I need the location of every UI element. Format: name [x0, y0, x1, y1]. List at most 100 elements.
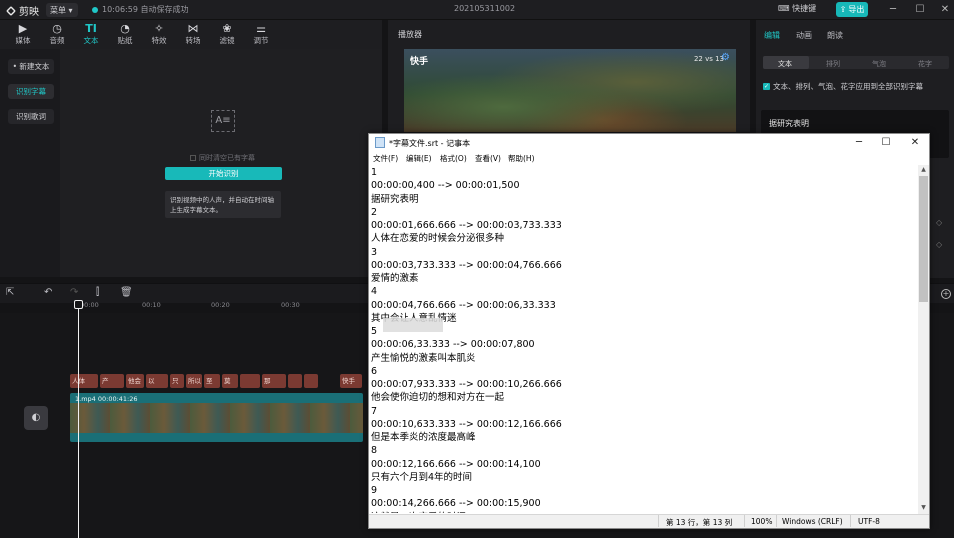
playhead[interactable] — [78, 301, 79, 538]
scroll-down-icon[interactable]: ▼ — [918, 504, 929, 513]
subtab-arrange[interactable]: 排列 — [826, 59, 840, 69]
tab-text[interactable]: TI 文本 — [75, 22, 107, 46]
encoding: UTF-8 — [858, 517, 880, 526]
tab-adjust[interactable]: ⚌ 调节 — [245, 22, 277, 46]
subtitle-clip[interactable]: 只 — [170, 374, 184, 388]
recognition-hint: 识别视频中的人声，并自动在时间轴上生成字幕文本。 — [165, 191, 281, 218]
media-toolbar: ▶ 媒体 ◷ 音频 TI 文本 ◔ 贴纸 ✧ 特效 ⋈ 转场 ❀ 滤镜 ⚌ 调节 — [0, 20, 382, 49]
subtitle-recognition-icon: A≡ — [211, 110, 235, 132]
apply-all-checkbox[interactable]: ✓ 文本、排列、气泡、花字应用到全部识别字幕 — [763, 81, 923, 92]
tab-audio-label: 音频 — [49, 36, 65, 45]
subtab-text[interactable]: 文本 — [778, 59, 792, 69]
subtitle-clip[interactable]: 他会 — [126, 374, 144, 388]
tab-media-label: 媒体 — [15, 36, 31, 45]
blurred-region — [383, 318, 443, 332]
kuaishou-watermark: 快手 — [410, 57, 429, 67]
sidebar-item-recognize-lyrics[interactable]: 识别歌词 — [8, 109, 54, 124]
subtitle-clip[interactable] — [304, 374, 318, 388]
close-icon[interactable]: ✕ — [903, 135, 927, 151]
subtitle-clip[interactable]: 产 — [100, 374, 124, 388]
notepad-line: 00:00:04,766.666 --> 00:00:06,33.333 — [371, 299, 556, 311]
tab-filter[interactable]: ❀ 滤镜 — [211, 22, 243, 46]
delete-icon[interactable]: 🗑 — [120, 287, 133, 298]
subtab-fancy-text[interactable]: 花字 — [918, 59, 932, 69]
tab-edit[interactable]: 编辑 — [764, 30, 780, 41]
notepad-text-area[interactable]: 1 00:00:00,400 --> 00:00:01,500 据研究表明 2 00:0… — [371, 166, 917, 513]
tab-read-aloud[interactable]: 朗读 — [827, 30, 843, 41]
maximize-icon[interactable]: ☐ — [874, 135, 898, 151]
track-audio-toggle-icon[interactable]: ◐ — [24, 406, 48, 430]
ruler-tick: 00:30 — [281, 301, 300, 309]
tab-animation[interactable]: 动画 — [796, 30, 812, 41]
menu-help[interactable]: 帮助(H) — [508, 153, 535, 164]
game-scene — [404, 49, 736, 132]
subtab-bubble[interactable]: 气泡 — [872, 59, 886, 69]
subtitle-clip[interactable] — [240, 374, 260, 388]
close-icon[interactable]: ✕ — [938, 3, 952, 17]
ruler-tick: 00:10 — [142, 301, 161, 309]
subtitle-clip[interactable]: 至 — [204, 374, 220, 388]
subtitle-clip[interactable]: 所以 — [186, 374, 202, 388]
text-panel — [60, 49, 382, 277]
maximize-icon[interactable]: ☐ — [913, 3, 927, 17]
video-thumbnails — [70, 403, 363, 433]
keyboard-icon: ⌨ — [778, 4, 790, 13]
sidebar-item-recognize-subtitles[interactable]: 识别字幕 — [8, 84, 54, 99]
notepad-line: 这就是一次恋爱的时间 — [371, 511, 917, 514]
game-score: 22 vs 13 — [693, 55, 724, 63]
scroll-up-icon[interactable]: ▲ — [918, 166, 929, 175]
export-button[interactable]: ⇪ 导出 — [836, 2, 868, 17]
notepad-line: 爱情的激素 — [371, 273, 419, 284]
notepad-line: 8 — [371, 445, 378, 457]
sidebar-item-new-text[interactable]: • 新建文本 — [8, 59, 54, 74]
shortcut-label: 快捷键 — [792, 4, 817, 13]
tab-filter-label: 滤镜 — [219, 36, 235, 45]
start-recognition-button[interactable]: 开始识别 — [165, 167, 282, 180]
notepad-line: 据研究表明 — [371, 193, 419, 205]
clear-existing-checkbox[interactable]: 同时清空已有字幕 — [190, 153, 255, 163]
add-track-icon[interactable]: + — [941, 289, 951, 299]
subtitle-clip[interactable]: 莫 — [222, 374, 238, 388]
save-status: 10:06:59 自动保存成功 — [102, 5, 189, 14]
effects-icon: ✧ — [154, 22, 164, 35]
scrollbar-thumb[interactable] — [919, 176, 928, 302]
sticker-icon: ◔ — [120, 22, 130, 35]
tab-transition[interactable]: ⋈ 转场 — [177, 22, 209, 46]
undo-icon[interactable]: ↶ — [44, 287, 52, 298]
notepad-line: 00:00:00,400 --> 00:00:01,500 — [371, 180, 520, 192]
keyframe-icon[interactable]: ◇ — [936, 218, 942, 227]
minimize-icon[interactable]: ─ — [886, 3, 900, 17]
video-preview[interactable]: 快手 22 vs 13 ⚙ — [404, 49, 736, 132]
check-icon: ✓ — [763, 83, 770, 90]
menu-view[interactable]: 查看(V) — [475, 153, 501, 164]
subtitle-clip[interactable]: 那 — [262, 374, 286, 388]
notepad-line: 4 — [371, 286, 378, 298]
subtitle-clip[interactable]: 人体 — [70, 374, 98, 388]
keyframe-icon[interactable]: ◇ — [936, 240, 942, 249]
subtitle-clip[interactable]: 以 — [146, 374, 168, 388]
menu-edit[interactable]: 编辑(E) — [406, 153, 432, 164]
shortcut-button[interactable]: ⌨ 快捷键 — [778, 3, 816, 14]
tab-sticker[interactable]: ◔ 贴纸 — [109, 22, 141, 46]
audio-icon: ◷ — [52, 22, 62, 35]
status-divider — [658, 515, 659, 527]
subtitle-clip[interactable]: 快手 — [340, 374, 362, 388]
menu-format[interactable]: 格式(O) — [440, 153, 467, 164]
tab-audio[interactable]: ◷ 音频 — [41, 22, 73, 46]
minimize-icon[interactable]: ─ — [847, 135, 871, 151]
app-logo-icon — [6, 5, 16, 16]
tab-effects[interactable]: ✧ 特效 — [143, 22, 175, 46]
playhead-handle[interactable] — [74, 300, 83, 309]
export-icon: ⇪ — [839, 5, 847, 14]
menu-button[interactable]: 菜单 ▾ — [46, 3, 78, 17]
tab-effects-label: 特效 — [151, 36, 167, 45]
subtitle-clip[interactable] — [288, 374, 302, 388]
notepad-line: 6 — [371, 365, 378, 377]
notepad-title: *字幕文件.srt - 记事本 — [389, 139, 471, 148]
tab-media[interactable]: ▶ 媒体 — [7, 22, 39, 46]
export-label: 导出 — [848, 5, 865, 14]
menu-file[interactable]: 文件(F) — [373, 153, 398, 164]
redo-icon[interactable]: ↷ — [70, 287, 78, 298]
split-icon[interactable]: ⫿ — [96, 287, 99, 298]
select-tool-icon[interactable]: ⇱ — [6, 287, 14, 298]
